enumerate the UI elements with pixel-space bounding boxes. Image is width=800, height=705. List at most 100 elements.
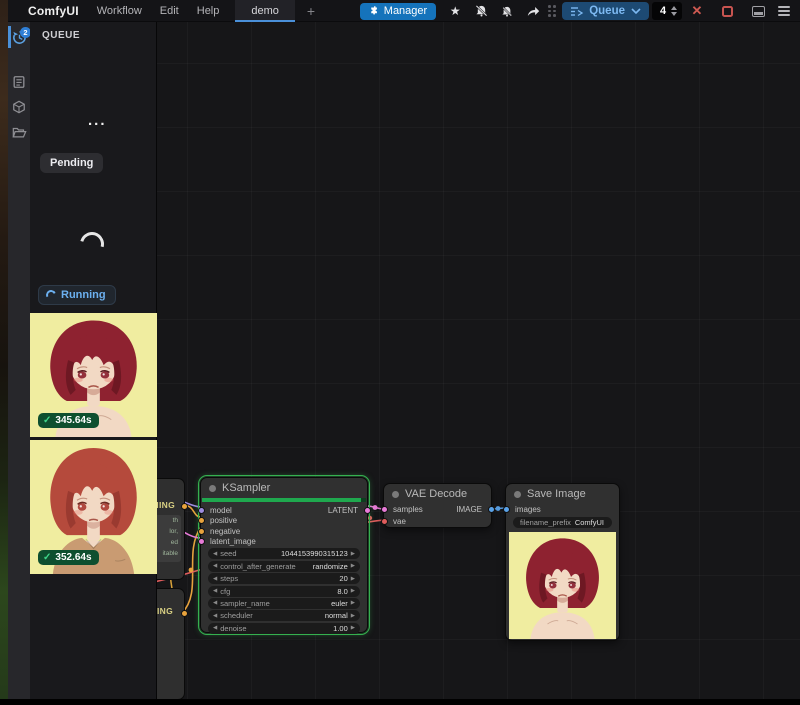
collapse-dot-icon[interactable] <box>392 491 399 498</box>
sidebar-rail: 2 <box>8 22 30 699</box>
positive-input-port[interactable] <box>198 517 205 524</box>
more-items-indicator[interactable]: ... <box>88 112 107 129</box>
increment-icon[interactable]: ▶ <box>351 551 355 557</box>
conditioning-output-port[interactable] <box>181 503 188 510</box>
manager-button[interactable]: Manager <box>360 3 436 20</box>
decrement-icon[interactable]: ◀ <box>213 563 217 569</box>
manager-label: Manager <box>384 5 427 17</box>
increment-icon[interactable]: ▶ <box>351 613 355 619</box>
node-header[interactable]: KSampler <box>201 478 367 498</box>
latent-output-label: LATENT <box>328 506 358 515</box>
widget-sampler-name[interactable]: ◀sampler_nameeuler▶ <box>208 598 360 609</box>
batch-count-stepper[interactable]: 4 <box>652 2 682 20</box>
saved-image-preview[interactable] <box>509 532 616 639</box>
running-section-label: Running <box>38 285 116 305</box>
stepper-carets[interactable] <box>671 6 677 16</box>
bell-slash-icon[interactable] <box>468 0 494 22</box>
increment-icon[interactable]: ▶ <box>351 588 355 594</box>
bell-slash-small-icon[interactable] <box>494 0 520 22</box>
widget-seed[interactable]: ◀seed1044153990315123▶ <box>208 548 360 559</box>
queue-sidebar-panel: QUEUE ... Pending Running <box>30 22 157 699</box>
decrement-icon[interactable]: ◀ <box>213 576 217 582</box>
menu-help[interactable]: Help <box>197 5 220 17</box>
tab-demo-label: demo <box>251 5 279 17</box>
sidebar-item-model-library[interactable] <box>8 96 30 118</box>
caret-up-icon[interactable] <box>671 6 677 10</box>
widget-control-after-generate[interactable]: ◀control_after_generaterandomize▶ <box>208 561 360 572</box>
node-graph-canvas[interactable]: RUNNING th lor, ed itable RUNNING KSampl… <box>157 22 800 699</box>
decrement-icon[interactable]: ◀ <box>213 600 217 606</box>
widget-filename-prefix[interactable]: filename_prefix ComfyUI <box>513 517 612 528</box>
new-workflow-button[interactable]: + <box>295 0 327 22</box>
wire-midpoint-dot[interactable] <box>496 506 501 511</box>
drag-handle-icon[interactable] <box>548 5 556 17</box>
node-header[interactable]: Save Image <box>506 484 619 504</box>
collapse-dot-icon[interactable] <box>209 485 216 492</box>
duration-text: 352.64s <box>55 552 91 563</box>
increment-icon[interactable]: ▶ <box>351 600 355 606</box>
node-title-text: KSampler <box>222 482 270 494</box>
save-image-node[interactable]: Save Image images filename_prefix ComfyU… <box>505 483 620 641</box>
input-port-row: images <box>506 504 619 515</box>
model-input-port[interactable] <box>198 507 205 514</box>
wire-midpoint-dot[interactable] <box>373 505 378 510</box>
decrement-icon[interactable]: ◀ <box>213 551 217 557</box>
clear-queue-button[interactable]: ✕ <box>682 3 712 19</box>
widget-cfg[interactable]: ◀cfg8.0▶ <box>208 586 360 597</box>
samples-input-port[interactable] <box>381 506 388 513</box>
queue-result-thumbnail[interactable]: ✓ 352.64s <box>30 440 157 574</box>
clip-text-encode-node-partial[interactable]: RUNNING th lor, ed itable <box>157 478 185 580</box>
vae-input-port[interactable] <box>381 518 388 525</box>
batch-count-value: 4 <box>660 5 666 17</box>
decrement-icon[interactable]: ◀ <box>213 588 217 594</box>
increment-icon[interactable]: ▶ <box>351 625 355 631</box>
wire-midpoint-dot[interactable] <box>368 516 372 520</box>
chevron-down-icon[interactable] <box>631 8 641 14</box>
sidebar-item-queue[interactable]: 2 <box>8 26 30 48</box>
queue-result-thumbnail[interactable]: ✓ 345.64s <box>30 313 157 437</box>
decrement-icon[interactable]: ◀ <box>213 625 217 631</box>
share-arrow-icon[interactable] <box>520 0 546 22</box>
panel-title: QUEUE <box>30 22 156 41</box>
vae-decode-node[interactable]: VAE Decode samples IMAGE vae <box>383 483 492 528</box>
tab-demo[interactable]: demo <box>235 0 295 22</box>
prompt-textarea[interactable]: th lor, ed itable <box>157 515 181 562</box>
app-logo[interactable]: ComfyUI <box>28 4 79 18</box>
latent-output-port[interactable] <box>364 507 371 514</box>
widget-denoise[interactable]: ◀denoise1.00▶ <box>208 623 360 634</box>
check-icon: ✓ <box>43 415 51 426</box>
input-port-row: latent_image <box>201 537 367 548</box>
stop-button[interactable] <box>722 6 733 17</box>
ksampler-node[interactable]: KSampler model LATENT positive negative … <box>200 477 368 633</box>
caret-down-icon[interactable] <box>671 12 677 16</box>
sidebar-item-browse[interactable] <box>8 121 30 143</box>
input-port-row: samples IMAGE <box>384 504 491 516</box>
node-header[interactable]: VAE Decode <box>384 484 491 504</box>
collapse-dot-icon[interactable] <box>514 491 521 498</box>
decrement-icon[interactable]: ◀ <box>213 613 217 619</box>
hamburger-menu-icon[interactable] <box>778 6 790 16</box>
image-output-label: IMAGE <box>456 505 482 514</box>
images-input-port[interactable] <box>503 506 510 513</box>
image-output-port[interactable] <box>488 506 495 513</box>
menu-workflow[interactable]: Workflow <box>97 5 142 17</box>
latent-image-input-port[interactable] <box>198 538 205 545</box>
sidebar-item-workflows[interactable] <box>8 71 30 93</box>
wire-midpoint-dot[interactable] <box>189 568 194 573</box>
conditioning-output-port[interactable] <box>181 610 188 617</box>
menu-edit[interactable]: Edit <box>160 5 179 17</box>
widget-steps[interactable]: ◀steps20▶ <box>208 573 360 584</box>
queue-run-button[interactable]: Queue <box>562 2 649 20</box>
increment-icon[interactable]: ▶ <box>351 563 355 569</box>
widget-scheduler[interactable]: ◀schedulernormal▶ <box>208 610 360 621</box>
clip-text-encode-node-partial[interactable]: RUNNING <box>157 588 185 699</box>
bottom-panel-toggle-icon[interactable] <box>752 6 765 17</box>
input-port-row: vae <box>384 516 491 528</box>
increment-icon[interactable]: ▶ <box>351 576 355 582</box>
duration-badge: ✓ 345.64s <box>38 413 99 428</box>
negative-input-port[interactable] <box>198 528 205 535</box>
queue-label: Queue <box>589 5 625 17</box>
favorites-star-icon[interactable]: ★ <box>442 0 468 22</box>
duration-badge: ✓ 352.64s <box>38 550 99 565</box>
node-progress-bar <box>202 498 366 502</box>
